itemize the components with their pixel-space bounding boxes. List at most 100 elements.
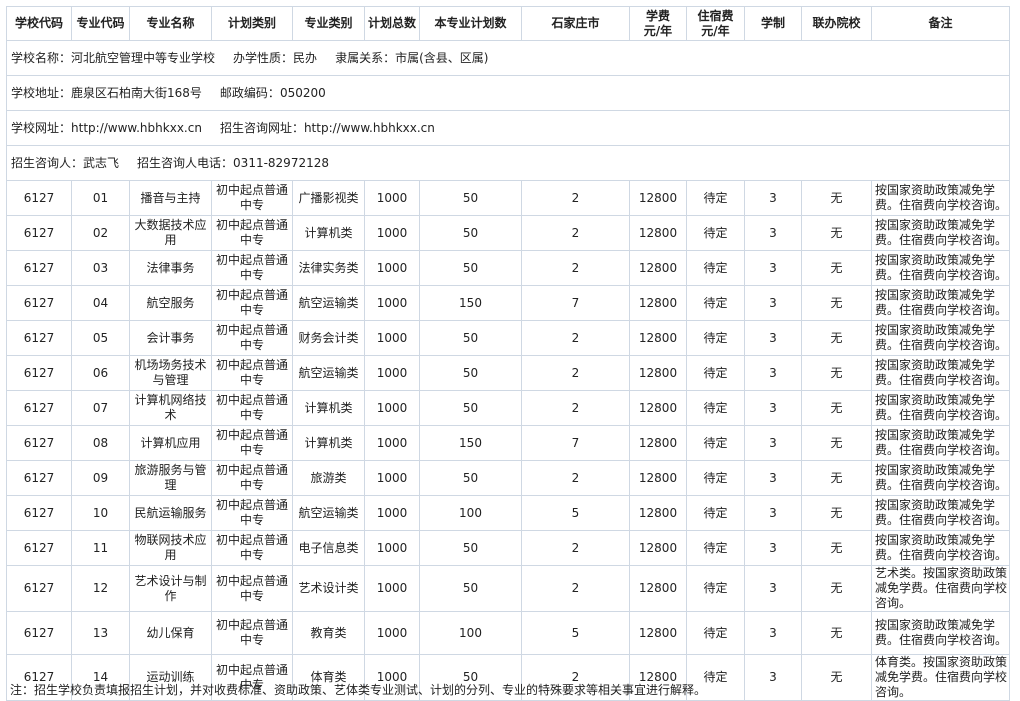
header-plan-total: 计划总数: [364, 6, 420, 41]
total-cell: 1000: [364, 495, 420, 531]
dorm-fee-cell: 待定: [686, 285, 745, 321]
table-row: 6127 05 会计事务 初中起点普通中专 财务会计类 1000 50 2 12800 待定 3 无按…: [6, 320, 1010, 356]
table-row: 6127 01 播音与主持 初中起点普通中专 广播影视类 1000 50 2 12800 待定 3 无…: [6, 180, 1010, 216]
major-name-cell: 民航运输服务: [129, 495, 212, 531]
table-row: 6127 13 幼儿保育 初中起点普通中专 教育类 1000 100 5 12800 待定 3 无按国…: [6, 611, 1010, 655]
shijiazhuang-cell: 2: [521, 565, 630, 612]
dorm-fee-cell: 待定: [686, 320, 745, 356]
table-header: 学校代码 专业代码 专业名称 计划类别 专业类别 计划总数 本专业计划数 石家庄市 学费 元/年…: [6, 6, 1010, 41]
total-cell: 1000: [364, 215, 420, 251]
major-plan-cell: 150: [419, 285, 522, 321]
contact-phone: 0311-82972128: [233, 155, 329, 170]
duration-cell: 3: [744, 180, 802, 216]
table-row: 6127 06 机场场务技术与管理 初中起点普通中专 航空运输类 1000 50 2 12800…: [6, 355, 1010, 391]
major-name-cell: 计算机网络技术: [129, 390, 212, 426]
school-info: 学校名称：河北航空管理中等专业学校 办学性质：民办 隶属关系：市属(含县、区属) 学…: [6, 40, 1010, 181]
major-name-cell: 旅游服务与管理: [129, 460, 212, 496]
school-name: 河北航空管理中等专业学校: [71, 50, 216, 65]
website-link[interactable]: http://www.hbhkxx.cn: [71, 121, 202, 135]
remarks-cell: 按国家资助政策减免学费。住宿费向学校咨询。: [871, 215, 1010, 251]
table-row: 6127 12 艺术设计与制作 初中起点普通中专 艺术设计类 1000 50 2 12800 待定…: [6, 565, 1010, 612]
remarks-cell: 按国家资助政策减免学费。住宿费向学校咨询。: [871, 180, 1010, 216]
category-cell: 财务会计类: [292, 320, 365, 356]
enrollment-table: 学校名称：河北航空管理中等专业学校 办学性质：民办 隶属关系：市属(含县、区属) 学…: [6, 6, 1010, 701]
partner-cell: 无: [801, 425, 872, 461]
major-name-cell: 航空服务: [129, 285, 212, 321]
table-row: 6127 11 物联网技术应用 初中起点普通中专 电子信息类 1000 50 2 12800 待定…: [6, 530, 1010, 566]
school-name-label: 学校名称：: [11, 50, 72, 65]
partner-cell: 无: [801, 180, 872, 216]
major-plan-cell: 50: [419, 460, 522, 496]
major-code-cell: 13: [71, 611, 130, 655]
school-code-cell: 6127: [6, 180, 72, 216]
partner-cell: 无: [801, 565, 872, 612]
school-code-cell: 6127: [6, 460, 72, 496]
school-code-cell: 6127: [6, 285, 72, 321]
major-plan-cell: 50: [419, 250, 522, 286]
address-label: 学校地址：: [11, 85, 72, 100]
dorm-fee-cell: 待定: [686, 355, 745, 391]
major-code-cell: 01: [71, 180, 130, 216]
major-name-cell: 播音与主持: [129, 180, 212, 216]
tuition-cell: 12800: [629, 611, 687, 655]
table-row: 6127 03 法律事务 初中起点普通中专 法律实务类 1000 50 2 12800 待定 3 无按…: [6, 250, 1010, 286]
category-cell: 旅游类: [292, 460, 365, 496]
major-code-cell: 12: [71, 565, 130, 612]
total-cell: 1000: [364, 390, 420, 426]
category-cell: 艺术设计类: [292, 565, 365, 612]
plan-type-cell: 初中起点普通中专: [211, 495, 293, 531]
category-cell: 计算机类: [292, 425, 365, 461]
duration-cell: 3: [744, 355, 802, 391]
major-code-cell: 09: [71, 460, 130, 496]
partner-cell: 无: [801, 215, 872, 251]
plan-type-cell: 初中起点普通中专: [211, 215, 293, 251]
category-cell: 电子信息类: [292, 530, 365, 566]
dorm-fee-cell: 待定: [686, 611, 745, 655]
consult-site-label: 招生咨询网址：: [219, 120, 304, 135]
duration-cell: 3: [744, 530, 802, 566]
school-code-cell: 6127: [6, 425, 72, 461]
shijiazhuang-cell: 2: [521, 390, 630, 426]
duration-cell: 3: [744, 611, 802, 655]
plan-type-cell: 初中起点普通中专: [211, 285, 293, 321]
contact-label: 招生咨询人：: [11, 155, 84, 170]
partner-cell: 无: [801, 285, 872, 321]
major-plan-cell: 50: [419, 180, 522, 216]
total-cell: 1000: [364, 460, 420, 496]
major-code-cell: 04: [71, 285, 130, 321]
category-cell: 航空运输类: [292, 355, 365, 391]
school-code-cell: 6127: [6, 215, 72, 251]
tuition-cell: 12800: [629, 530, 687, 566]
dorm-fee-cell: 待定: [686, 460, 745, 496]
major-plan-cell: 50: [419, 530, 522, 566]
dorm-fee-cell: 待定: [686, 425, 745, 461]
remarks-cell: 按国家资助政策减免学费。住宿费向学校咨询。: [871, 495, 1010, 531]
tuition-cell: 12800: [629, 355, 687, 391]
shijiazhuang-cell: 5: [521, 495, 630, 531]
plan-type-cell: 初中起点普通中专: [211, 250, 293, 286]
category-cell: 广播影视类: [292, 180, 365, 216]
total-cell: 1000: [364, 425, 420, 461]
major-name-cell: 法律事务: [129, 250, 212, 286]
plan-type-cell: 初中起点普通中专: [211, 611, 293, 655]
duration-cell: 3: [744, 215, 802, 251]
school-code-cell: 6127: [6, 495, 72, 531]
tuition-cell: 12800: [629, 425, 687, 461]
total-cell: 1000: [364, 355, 420, 391]
total-cell: 1000: [364, 180, 420, 216]
plan-type-cell: 初中起点普通中专: [211, 390, 293, 426]
header-school-code: 学校代码: [6, 6, 72, 41]
partner-cell: 无: [801, 460, 872, 496]
major-code-cell: 08: [71, 425, 130, 461]
shijiazhuang-cell: 2: [521, 215, 630, 251]
tuition-cell: 12800: [629, 180, 687, 216]
header-remarks: 备注: [871, 6, 1010, 41]
consult-site-link[interactable]: http://www.hbhkxx.cn: [304, 121, 435, 135]
total-cell: 1000: [364, 250, 420, 286]
major-name-cell: 幼儿保育: [129, 611, 212, 655]
dorm-fee-cell: 待定: [686, 530, 745, 566]
category-cell: 航空运输类: [292, 285, 365, 321]
info-row-contact: 招生咨询人：武志飞 招生咨询人电话：0311-82972128: [6, 145, 1010, 181]
tuition-cell: 12800: [629, 215, 687, 251]
major-plan-cell: 100: [419, 495, 522, 531]
